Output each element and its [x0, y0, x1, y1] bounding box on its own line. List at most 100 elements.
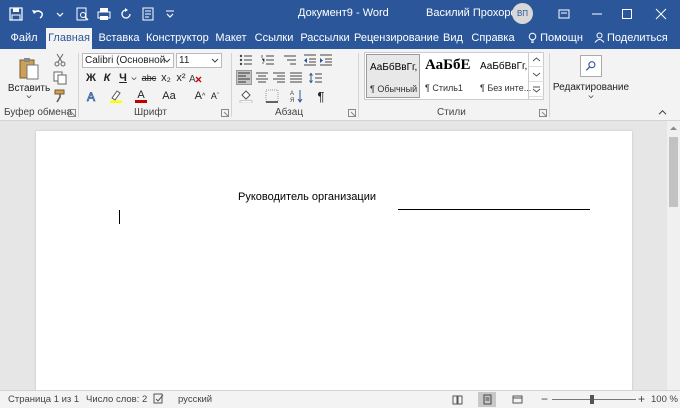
zoom-in-button[interactable]: +: [638, 392, 645, 406]
text-effects-button[interactable]: A: [84, 88, 102, 104]
gallery-up-button[interactable]: [529, 52, 544, 67]
sort-button[interactable]: АЯ: [290, 88, 304, 104]
minimize-button[interactable]: [582, 0, 612, 28]
vertical-scrollbar[interactable]: [667, 121, 680, 390]
chevron-down-icon: [588, 94, 594, 98]
gallery-more-button[interactable]: [529, 82, 544, 97]
search-icon-frame: [580, 54, 602, 77]
maximize-button[interactable]: [612, 0, 642, 28]
quick-print-button[interactable]: [94, 4, 113, 23]
language-indicator[interactable]: русский: [178, 394, 212, 405]
cut-button[interactable]: [52, 52, 68, 68]
align-left-button[interactable]: [236, 70, 252, 85]
tab-help[interactable]: Справка: [468, 28, 518, 49]
underline-button[interactable]: Ч: [116, 71, 130, 85]
avatar[interactable]: ВП: [512, 3, 533, 24]
paste-button[interactable]: Вставить: [8, 52, 50, 104]
undo-dropdown[interactable]: [50, 4, 69, 23]
clear-formatting-button[interactable]: A: [188, 71, 202, 85]
style-1[interactable]: АаБбЕ ¶ Стиль1: [422, 54, 476, 98]
page-count[interactable]: Страница 1 из 1: [8, 394, 79, 405]
redo-button[interactable]: [116, 4, 135, 23]
tab-design[interactable]: Конструктор: [146, 28, 209, 49]
tab-view[interactable]: Вид: [442, 28, 464, 49]
superscript-button[interactable]: x²: [174, 71, 188, 85]
numbering-button[interactable]: [258, 53, 278, 67]
tab-layout[interactable]: Макет: [213, 28, 249, 49]
tab-insert[interactable]: Вставка: [97, 28, 141, 49]
font-size-combo[interactable]: 11: [176, 53, 222, 68]
word-count[interactable]: Число слов: 2: [86, 394, 147, 405]
save-icon: [8, 6, 23, 21]
tab-references[interactable]: Ссылки: [253, 28, 295, 49]
print-preview-icon: [76, 7, 88, 20]
undo-button[interactable]: [28, 4, 47, 23]
zoom-slider-thumb[interactable]: [590, 395, 594, 404]
chevron-down-icon[interactable]: [131, 76, 137, 82]
styles-gallery-scroll: [528, 52, 544, 100]
subscript-button[interactable]: x₂: [159, 71, 173, 85]
dialog-launcher-icon[interactable]: [221, 109, 229, 117]
chevron-down-icon: [165, 10, 174, 18]
font-color-button[interactable]: A: [131, 88, 151, 104]
title-bar: Документ9 - Word Василий Прохоров ВП: [0, 0, 680, 28]
editing-button[interactable]: Редактирование: [553, 52, 629, 102]
style-normal[interactable]: АаБбВвГг, ¶ Обычный: [366, 54, 420, 98]
align-center-button[interactable]: [254, 70, 270, 85]
tab-home[interactable]: Главная: [46, 28, 92, 49]
close-button[interactable]: [646, 0, 676, 28]
format-painter-button[interactable]: [52, 88, 68, 104]
proofing-icon[interactable]: [153, 393, 164, 407]
tab-tell-me[interactable]: Помощн: [522, 28, 588, 49]
decrease-indent-button[interactable]: [303, 53, 317, 67]
customize-qat-button[interactable]: [160, 4, 179, 23]
strikethrough-button[interactable]: abc: [140, 71, 158, 85]
ribbon-separator: [231, 53, 232, 117]
share-button[interactable]: Поделиться: [594, 28, 668, 49]
dialog-launcher-icon[interactable]: [539, 109, 547, 117]
web-layout-button[interactable]: [508, 392, 526, 407]
shading-button[interactable]: [236, 88, 256, 104]
zoom-out-button[interactable]: −: [541, 392, 548, 406]
style-no-spacing[interactable]: АаБбВвГг, ¶ Без инте...: [477, 54, 531, 98]
save-button[interactable]: [6, 4, 25, 23]
shrink-font-button[interactable]: Aˇ: [208, 88, 222, 104]
bullets-button[interactable]: [236, 53, 256, 67]
borders-button[interactable]: [262, 88, 282, 104]
multilevel-list-button[interactable]: [280, 53, 300, 67]
scrollbar-thumb[interactable]: [669, 137, 678, 207]
bold-button[interactable]: Ж: [84, 71, 98, 85]
tab-review[interactable]: Рецензирование: [354, 28, 439, 49]
tab-mailings[interactable]: Рассылки: [300, 28, 350, 49]
show-formatting-button[interactable]: ¶: [314, 88, 328, 104]
format-painter-qat-button[interactable]: [138, 4, 157, 23]
style-name: ¶ Стиль1: [425, 83, 463, 93]
align-right-button[interactable]: [271, 70, 287, 85]
italic-button[interactable]: К: [100, 71, 114, 85]
style-sample: АаБбВвГг,: [370, 62, 418, 73]
zoom-slider[interactable]: [552, 399, 636, 400]
increase-indent-button[interactable]: [319, 53, 333, 67]
gallery-down-button[interactable]: [529, 67, 544, 82]
grow-font-button[interactable]: A ^: [193, 88, 207, 104]
highlight-button[interactable]: [106, 88, 126, 104]
copy-button[interactable]: [52, 70, 68, 86]
read-mode-button[interactable]: [448, 392, 466, 407]
dialog-launcher-icon[interactable]: [348, 109, 356, 117]
justify-button[interactable]: [288, 70, 304, 85]
ribbon-display-options-button[interactable]: [549, 0, 579, 28]
font-name-combo[interactable]: Calibri (Основной: [82, 53, 174, 68]
paint-bucket-icon: [239, 90, 253, 103]
collapse-ribbon-button[interactable]: [656, 107, 668, 117]
user-name[interactable]: Василий Прохоров: [426, 7, 522, 19]
change-case-button[interactable]: Aa: [157, 88, 181, 104]
print-layout-button[interactable]: [478, 392, 496, 407]
dialog-launcher-icon[interactable]: [68, 109, 76, 117]
print-preview-button[interactable]: [72, 4, 91, 23]
document-page[interactable]: Руководитель организации: [36, 131, 632, 401]
tab-file[interactable]: Файл: [6, 28, 42, 49]
line-spacing-button[interactable]: [306, 70, 326, 85]
zoom-level[interactable]: 100 %: [651, 394, 678, 405]
scroll-up-icon[interactable]: [669, 124, 678, 133]
document-text[interactable]: Руководитель организации: [238, 191, 376, 203]
